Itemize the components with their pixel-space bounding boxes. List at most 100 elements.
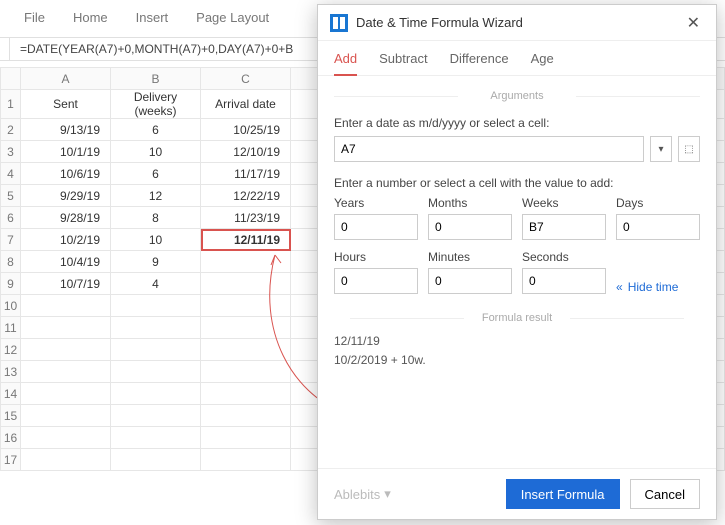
col-header-b[interactable]: B	[111, 68, 201, 90]
cell[interactable]: 9/13/19	[21, 119, 111, 141]
cell-selected[interactable]: 12/11/19	[201, 229, 291, 251]
cell[interactable]	[21, 449, 111, 471]
row-header[interactable]: 6	[1, 207, 21, 229]
cell[interactable]	[111, 317, 201, 339]
hide-time-link[interactable]: «Hide time	[616, 280, 700, 294]
cell[interactable]: 12	[111, 185, 201, 207]
cell[interactable]: 9/28/19	[21, 207, 111, 229]
cell[interactable]	[201, 449, 291, 471]
cell[interactable]	[21, 361, 111, 383]
row-header[interactable]: 8	[1, 251, 21, 273]
cell[interactable]: 10/4/19	[21, 251, 111, 273]
row-header[interactable]: 1	[1, 90, 21, 119]
months-input[interactable]	[428, 214, 512, 240]
tab-file[interactable]: File	[24, 10, 45, 25]
cell[interactable]: Sent	[21, 90, 111, 119]
cell[interactable]: 6	[111, 119, 201, 141]
row-header[interactable]: 11	[1, 317, 21, 339]
row-header[interactable]: 12	[1, 339, 21, 361]
cell[interactable]	[201, 295, 291, 317]
cell[interactable]	[111, 295, 201, 317]
close-button[interactable]: ✕	[683, 9, 704, 37]
cell[interactable]	[111, 339, 201, 361]
cell[interactable]	[111, 405, 201, 427]
cell[interactable]: 10	[111, 229, 201, 251]
cell[interactable]	[201, 317, 291, 339]
select-all-corner[interactable]	[1, 68, 21, 90]
row-header[interactable]: 14	[1, 383, 21, 405]
minutes-label: Minutes	[428, 250, 512, 264]
col-header-a[interactable]: A	[21, 68, 111, 90]
hours-input[interactable]	[334, 268, 418, 294]
cell[interactable]: 10/7/19	[21, 273, 111, 295]
cell[interactable]: 12/22/19	[201, 185, 291, 207]
cell[interactable]	[21, 427, 111, 449]
cell[interactable]: 10/6/19	[21, 163, 111, 185]
row-header[interactable]: 7	[1, 229, 21, 251]
tab-add[interactable]: Add	[334, 51, 357, 76]
row-header[interactable]: 2	[1, 119, 21, 141]
row-header[interactable]: 17	[1, 449, 21, 471]
cell[interactable]	[201, 339, 291, 361]
row-header[interactable]: 3	[1, 141, 21, 163]
cell[interactable]	[201, 405, 291, 427]
years-label: Years	[334, 196, 418, 210]
date-dropdown-button[interactable]: ▾	[650, 136, 672, 162]
cell[interactable]	[201, 361, 291, 383]
tab-insert[interactable]: Insert	[136, 10, 169, 25]
tab-age[interactable]: Age	[531, 51, 554, 75]
brand-link[interactable]: Ablebits▾	[334, 486, 496, 502]
cell[interactable]	[21, 295, 111, 317]
row-header[interactable]: 4	[1, 163, 21, 185]
cell[interactable]: 11/17/19	[201, 163, 291, 185]
cell[interactable]: Arrival date	[201, 90, 291, 119]
formula-input[interactable]: =DATE(YEAR(A7)+0,MONTH(A7)+0,DAY(A7)+0+B	[10, 42, 303, 56]
cell[interactable]: 9	[111, 251, 201, 273]
cell[interactable]: 10	[111, 141, 201, 163]
weeks-label: Weeks	[522, 196, 606, 210]
cell[interactable]: 4	[111, 273, 201, 295]
cell[interactable]: 6	[111, 163, 201, 185]
seconds-input[interactable]	[522, 268, 606, 294]
cell[interactable]: 11/23/19	[201, 207, 291, 229]
tab-subtract[interactable]: Subtract	[379, 51, 427, 75]
date-input[interactable]	[334, 136, 644, 162]
cancel-button[interactable]: Cancel	[630, 479, 700, 509]
cell[interactable]	[21, 405, 111, 427]
cell[interactable]: 9/29/19	[21, 185, 111, 207]
tab-home[interactable]: Home	[73, 10, 108, 25]
cell[interactable]: 10/2/19	[21, 229, 111, 251]
row-header[interactable]: 16	[1, 427, 21, 449]
minutes-input[interactable]	[428, 268, 512, 294]
weeks-input[interactable]	[522, 214, 606, 240]
cell[interactable]	[201, 251, 291, 273]
cell[interactable]	[111, 361, 201, 383]
tab-page-layout[interactable]: Page Layout	[196, 10, 269, 25]
name-box[interactable]	[0, 38, 10, 60]
years-input[interactable]	[334, 214, 418, 240]
row-header[interactable]: 5	[1, 185, 21, 207]
row-header[interactable]: 9	[1, 273, 21, 295]
cell[interactable]: 8	[111, 207, 201, 229]
cell[interactable]	[111, 449, 201, 471]
cell[interactable]	[21, 317, 111, 339]
row-header[interactable]: 10	[1, 295, 21, 317]
cell[interactable]	[111, 383, 201, 405]
cell[interactable]	[201, 383, 291, 405]
row-header[interactable]: 15	[1, 405, 21, 427]
cell[interactable]: 10/1/19	[21, 141, 111, 163]
row-header[interactable]: 13	[1, 361, 21, 383]
cell[interactable]	[21, 383, 111, 405]
cell[interactable]: 10/25/19	[201, 119, 291, 141]
cell[interactable]: Delivery (weeks)	[111, 90, 201, 119]
cell-picker-button[interactable]: ⬚	[678, 136, 700, 162]
cell[interactable]: 12/10/19	[201, 141, 291, 163]
cell[interactable]	[111, 427, 201, 449]
cell[interactable]	[21, 339, 111, 361]
insert-formula-button[interactable]: Insert Formula	[506, 479, 620, 509]
days-input[interactable]	[616, 214, 700, 240]
cell[interactable]	[201, 273, 291, 295]
col-header-c[interactable]: C	[201, 68, 291, 90]
cell[interactable]	[201, 427, 291, 449]
tab-difference[interactable]: Difference	[450, 51, 509, 75]
